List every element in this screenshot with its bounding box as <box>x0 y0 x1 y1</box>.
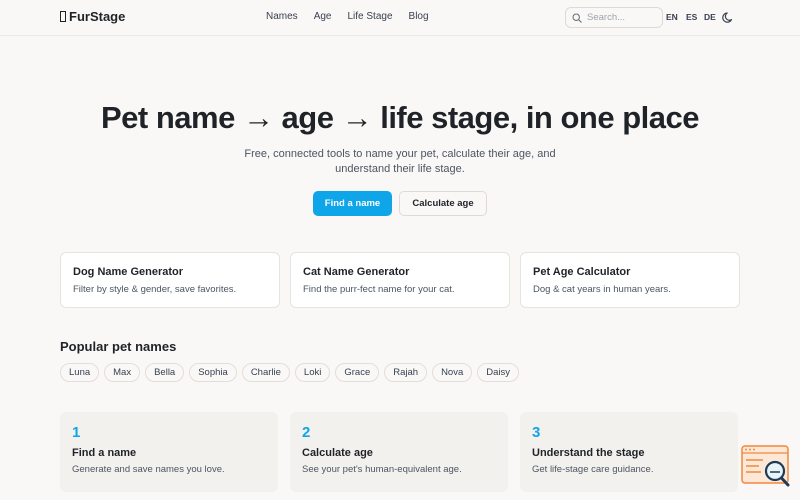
tool-card-desc: Dog & cat years in human years. <box>533 284 671 295</box>
step-number: 1 <box>72 424 81 441</box>
name-chip[interactable]: Rajah <box>384 363 428 382</box>
tool-card-pet-age-calculator[interactable]: Pet Age Calculator Dog & cat years in hu… <box>520 252 740 308</box>
step-number: 2 <box>302 424 311 441</box>
search-icon <box>572 12 582 23</box>
step-title: Understand the stage <box>532 447 645 459</box>
step-desc: Generate and save names you love. <box>72 464 225 475</box>
site-header: FurStage Names Age Life Stage Blog EN ES… <box>0 0 800 36</box>
lang-en[interactable]: EN <box>666 12 678 22</box>
calculate-age-button[interactable]: Calculate age <box>399 191 487 216</box>
tool-card-title: Pet Age Calculator <box>533 266 631 278</box>
help-search-widget-icon[interactable] <box>741 445 791 489</box>
hero-title: Pet name → age → life stage, in one plac… <box>101 100 699 135</box>
name-chip[interactable]: Luna <box>60 363 100 382</box>
nav-item-names[interactable]: Names <box>266 11 298 22</box>
step-desc: See your pet's human-equivalent age. <box>302 464 462 475</box>
search-box[interactable] <box>565 7 663 28</box>
step-card-calculate-age: 2 Calculate age See your pet's human-equ… <box>290 412 508 492</box>
nav-item-age[interactable]: Age <box>314 11 332 22</box>
step-desc: Get life-stage care guidance. <box>532 464 654 475</box>
tool-card-cat-name-generator[interactable]: Cat Name Generator Find the purr-fect na… <box>290 252 510 308</box>
lang-de[interactable]: DE <box>704 12 716 22</box>
tool-card-title: Cat Name Generator <box>303 266 410 278</box>
tool-card-title: Dog Name Generator <box>73 266 184 278</box>
step-title: Calculate age <box>302 447 373 459</box>
name-chip[interactable]: Sophia <box>189 363 237 382</box>
name-chip[interactable]: Daisy <box>477 363 520 382</box>
popular-names-list: Luna Max Bella Sophia Charlie Loki Grace… <box>60 363 520 382</box>
search-input[interactable] <box>587 12 661 23</box>
name-chip[interactable]: Loki <box>294 363 331 382</box>
nav-item-life-stage[interactable]: Life Stage <box>347 11 392 22</box>
popular-names-title: Popular pet names <box>60 339 177 354</box>
find-name-button[interactable]: Find a name <box>313 191 392 216</box>
step-card-understand-stage: 3 Understand the stage Get life-stage ca… <box>520 412 738 492</box>
tool-card-desc: Find the purr-fect name for your cat. <box>303 284 455 295</box>
moon-icon[interactable] <box>722 11 735 24</box>
nav-item-blog[interactable]: Blog <box>409 11 429 22</box>
name-chip[interactable]: Bella <box>145 363 185 382</box>
step-number: 3 <box>532 424 541 441</box>
step-card-find-name: 1 Find a name Generate and save names yo… <box>60 412 278 492</box>
brand-name: FurStage <box>69 9 126 24</box>
tool-card-desc: Filter by style & gender, save favorites… <box>73 284 237 295</box>
brand-box-icon <box>60 11 66 22</box>
lang-es[interactable]: ES <box>686 12 697 22</box>
name-chip[interactable]: Grace <box>335 363 380 382</box>
name-chip[interactable]: Nova <box>432 363 473 382</box>
brand-logo[interactable]: FurStage <box>60 9 125 24</box>
tool-card-dog-name-generator[interactable]: Dog Name Generator Filter by style & gen… <box>60 252 280 308</box>
name-chip[interactable]: Max <box>104 363 141 382</box>
hero-subtitle: Free, connected tools to name your pet, … <box>244 148 556 175</box>
name-chip[interactable]: Charlie <box>241 363 290 382</box>
step-title: Find a name <box>72 447 137 459</box>
main-nav: Names Age Life Stage Blog <box>266 11 429 22</box>
